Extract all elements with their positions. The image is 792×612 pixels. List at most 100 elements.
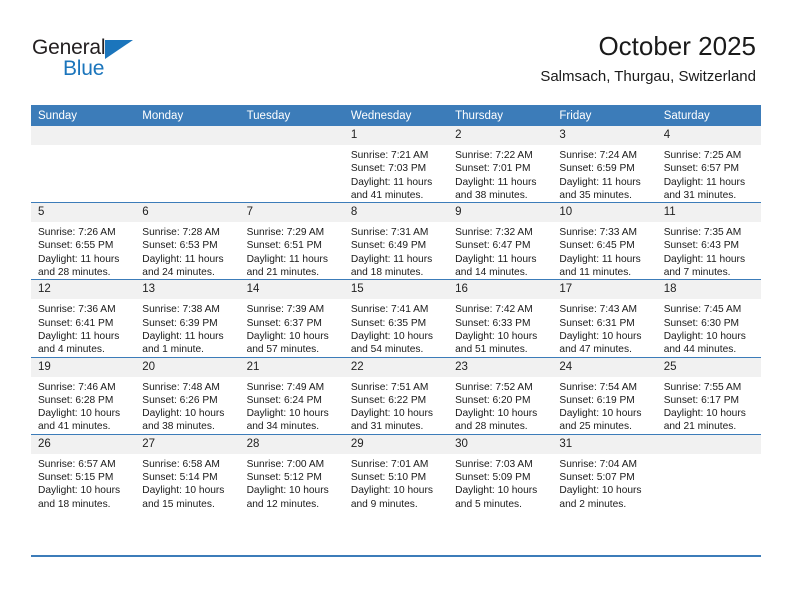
sunset-text: Sunset: 6:53 PM (142, 240, 218, 252)
calendar-day-cell[interactable]: 12 Sunrise: 7:36 AM Sunset: 6:41 PM Dayligh… (31, 279, 136, 358)
calendar-day-cell[interactable]: 24 Sunrise: 7:54 AM Sunset: 6:19 PM Dayligh… (552, 356, 657, 435)
day-details: Sunrise: 7:36 AM Sunset: 6:41 PM Daylight:… (31, 299, 135, 356)
title-block: October 2025 Salmsach, Thurgau, Switzerl… (540, 30, 756, 88)
sunset-text: Sunset: 6:39 PM (142, 317, 218, 329)
daylight-text: Daylight: 10 hours (455, 330, 538, 342)
sunset-text: Sunset: 6:31 PM (559, 317, 635, 329)
daylight-text: Daylight: 11 hours (142, 253, 224, 265)
day-details: Sunrise: 7:33 AM Sunset: 6:45 PM Daylight:… (552, 222, 656, 279)
day-number: 26 (31, 434, 136, 454)
day-details: Sunrise: 7:51 AM Sunset: 6:22 PM Daylight:… (344, 377, 448, 434)
calendar-day-cell[interactable]: 3 Sunrise: 7:24 AM Sunset: 6:59 PM Daylight… (552, 126, 657, 203)
calendar-day-cell[interactable]: 30 Sunrise: 7:03 AM Sunset: 5:09 PM Dayligh… (448, 433, 553, 511)
daylight-text: and 5 minutes. (455, 498, 522, 510)
day-details: Sunrise: 6:57 AM Sunset: 5:15 PM Daylight:… (31, 454, 135, 511)
sunset-text: Sunset: 5:10 PM (350, 472, 427, 484)
sunset-text: Sunset: 6:28 PM (38, 394, 114, 406)
sunset-text: Sunset: 6:24 PM (246, 394, 322, 406)
calendar-day-cell[interactable]: 25 Sunrise: 7:55 AM Sunset: 6:17 PM Dayligh… (656, 356, 761, 435)
day-details: Sunrise: 7:39 AM Sunset: 6:37 PM Daylight:… (240, 299, 344, 356)
daylight-text: and 21 minutes. (663, 421, 737, 433)
sunset-text: Sunset: 6:57 PM (663, 163, 740, 175)
daylight-text: Daylight: 11 hours (559, 176, 641, 188)
day-number: 30 (448, 434, 553, 454)
day-number: 23 (448, 357, 553, 377)
daylight-text: and 31 minutes. (663, 189, 737, 201)
day-number: 2 (448, 126, 553, 145)
calendar-day-cell[interactable]: 9 Sunrise: 7:32 AM Sunset: 6:47 PM Daylight… (448, 202, 553, 280)
day-details: Sunrise: 7:29 AM Sunset: 6:51 PM Daylight:… (240, 222, 344, 279)
sunrise-text: Sunrise: 7:22 AM (455, 150, 533, 161)
sunrise-text: Sunrise: 7:51 AM (350, 381, 429, 393)
sunset-text: Sunset: 5:07 PM (559, 472, 635, 484)
day-details: Sunrise: 7:22 AM Sunset: 7:01 PM Daylight:… (448, 145, 552, 202)
daylight-text: and 38 minutes. (455, 189, 528, 201)
day-details: Sunrise: 7:52 AM Sunset: 6:20 PM Daylight:… (448, 377, 552, 434)
calendar-day-cell[interactable]: 29 Sunrise: 7:01 AM Sunset: 5:10 PM Dayligh… (343, 433, 449, 511)
day-details: Sunrise: 7:35 AM Sunset: 6:43 PM Daylight:… (657, 222, 761, 279)
day-number: 3 (552, 126, 657, 145)
calendar-day-cell[interactable]: 6 Sunrise: 7:28 AM Sunset: 6:53 PM Daylight… (135, 202, 240, 280)
calendar-day-cell[interactable]: 8 Sunrise: 7:31 AM Sunset: 6:49 PM Daylight… (343, 202, 449, 280)
day-number: 8 (343, 203, 449, 223)
day-number: 25 (656, 357, 761, 377)
daylight-text: and 21 minutes. (246, 267, 320, 279)
calendar-day-cell[interactable]: 7 Sunrise: 7:29 AM Sunset: 6:51 PM Daylight… (239, 202, 344, 280)
calendar-day-cell[interactable]: 4 Sunrise: 7:25 AM Sunset: 6:57 PM Daylight… (656, 126, 761, 203)
daylight-text: Daylight: 11 hours (663, 176, 746, 188)
daylight-text: and 11 minutes. (559, 267, 632, 279)
sunset-text: Sunset: 6:35 PM (350, 317, 427, 329)
calendar-bottom-rule (31, 555, 761, 557)
calendar-day-cell[interactable]: 17 Sunrise: 7:43 AM Sunset: 6:31 PM Dayligh… (552, 279, 657, 358)
sunset-text: Sunset: 5:14 PM (142, 472, 218, 484)
day-details: Sunrise: 7:41 AM Sunset: 6:35 PM Daylight:… (344, 299, 448, 356)
day-details: Sunrise: 7:45 AM Sunset: 6:30 PM Daylight:… (657, 299, 761, 356)
daylight-text: Daylight: 10 hours (559, 330, 642, 342)
calendar-day-cell[interactable]: 31 Sunrise: 7:04 AM Sunset: 5:07 PM Dayligh… (552, 433, 657, 511)
daylight-text: Daylight: 10 hours (455, 485, 538, 497)
calendar-day-cell[interactable]: 20 Sunrise: 7:48 AM Sunset: 6:26 PM Dayligh… (135, 356, 240, 435)
calendar-day-cell[interactable]: 27 Sunrise: 6:58 AM Sunset: 5:14 PM Dayligh… (135, 433, 240, 511)
calendar-day-cell[interactable]: 22 Sunrise: 7:51 AM Sunset: 6:22 PM Dayligh… (343, 356, 449, 435)
day-details: Sunrise: 7:03 AM Sunset: 5:09 PM Daylight:… (448, 454, 552, 511)
day-number: 13 (135, 280, 240, 300)
daylight-text: Daylight: 10 hours (142, 408, 225, 420)
calendar-day-cell[interactable]: 1 Sunrise: 7:21 AM Sunset: 7:03 PM Daylight… (343, 126, 449, 203)
calendar-page: General Blue October 2025 Salmsach, Thur… (0, 0, 792, 612)
day-number: 1 (343, 126, 449, 145)
calendar-day-cell[interactable]: 13 Sunrise: 7:38 AM Sunset: 6:39 PM Dayligh… (135, 279, 240, 358)
calendar-day-cell[interactable]: 10 Sunrise: 7:33 AM Sunset: 6:45 PM Dayligh… (552, 202, 657, 280)
calendar-day-cell[interactable]: 14 Sunrise: 7:39 AM Sunset: 6:37 PM Dayligh… (239, 279, 344, 358)
day-number: 20 (135, 357, 240, 377)
calendar-day-cell[interactable]: 19 Sunrise: 7:46 AM Sunset: 6:28 PM Dayligh… (31, 356, 136, 435)
calendar-day-cell[interactable]: 28 Sunrise: 7:00 AM Sunset: 5:12 PM Dayligh… (239, 433, 344, 511)
calendar-day-cell[interactable]: 2 Sunrise: 7:22 AM Sunset: 7:01 PM Daylight… (448, 126, 553, 203)
sunrise-text: Sunrise: 7:04 AM (559, 458, 637, 470)
page-title: October 2025 (598, 31, 756, 61)
calendar-day-cell[interactable]: 5 Sunrise: 7:26 AM Sunset: 6:55 PM Daylight… (31, 202, 136, 280)
day-number: 31 (552, 434, 657, 454)
sunset-text: Sunset: 7:03 PM (350, 163, 427, 175)
daylight-text: Daylight: 10 hours (559, 485, 642, 497)
sunset-text: Sunset: 7:01 PM (455, 163, 531, 175)
sunrise-text: Sunrise: 7:21 AM (350, 150, 429, 161)
sunrise-text: Sunrise: 7:43 AM (559, 304, 637, 316)
daylight-text: Daylight: 11 hours (455, 176, 537, 188)
calendar-day-cell[interactable]: 23 Sunrise: 7:52 AM Sunset: 6:20 PM Dayligh… (448, 356, 553, 435)
sunrise-text: Sunrise: 7:45 AM (663, 304, 742, 316)
daylight-text: Daylight: 10 hours (559, 408, 642, 420)
calendar-day-cell[interactable]: 18 Sunrise: 7:45 AM Sunset: 6:30 PM Dayligh… (656, 279, 761, 358)
daylight-text: Daylight: 11 hours (38, 253, 120, 265)
calendar-day-cell[interactable]: 16 Sunrise: 7:42 AM Sunset: 6:33 PM Dayligh… (448, 279, 553, 358)
sunset-text: Sunset: 6:49 PM (350, 240, 427, 252)
calendar-day-cell[interactable]: 21 Sunrise: 7:49 AM Sunset: 6:24 PM Dayligh… (239, 356, 344, 435)
daylight-text: Daylight: 10 hours (142, 485, 225, 497)
logo-triangle-icon (105, 40, 133, 59)
sunset-text: Sunset: 6:43 PM (663, 240, 740, 252)
calendar-day-cell[interactable]: 11 Sunrise: 7:35 AM Sunset: 6:43 PM Dayligh… (656, 202, 761, 280)
calendar-day-cell[interactable]: 15 Sunrise: 7:41 AM Sunset: 6:35 PM Dayligh… (343, 279, 449, 358)
day-details: Sunrise: 7:21 AM Sunset: 7:03 PM Daylight:… (344, 145, 448, 202)
calendar-day-cell[interactable]: 26 Sunrise: 6:57 AM Sunset: 5:15 PM Dayligh… (31, 433, 136, 511)
day-number: 27 (135, 434, 240, 454)
daylight-text: and 1 minute. (142, 344, 205, 356)
